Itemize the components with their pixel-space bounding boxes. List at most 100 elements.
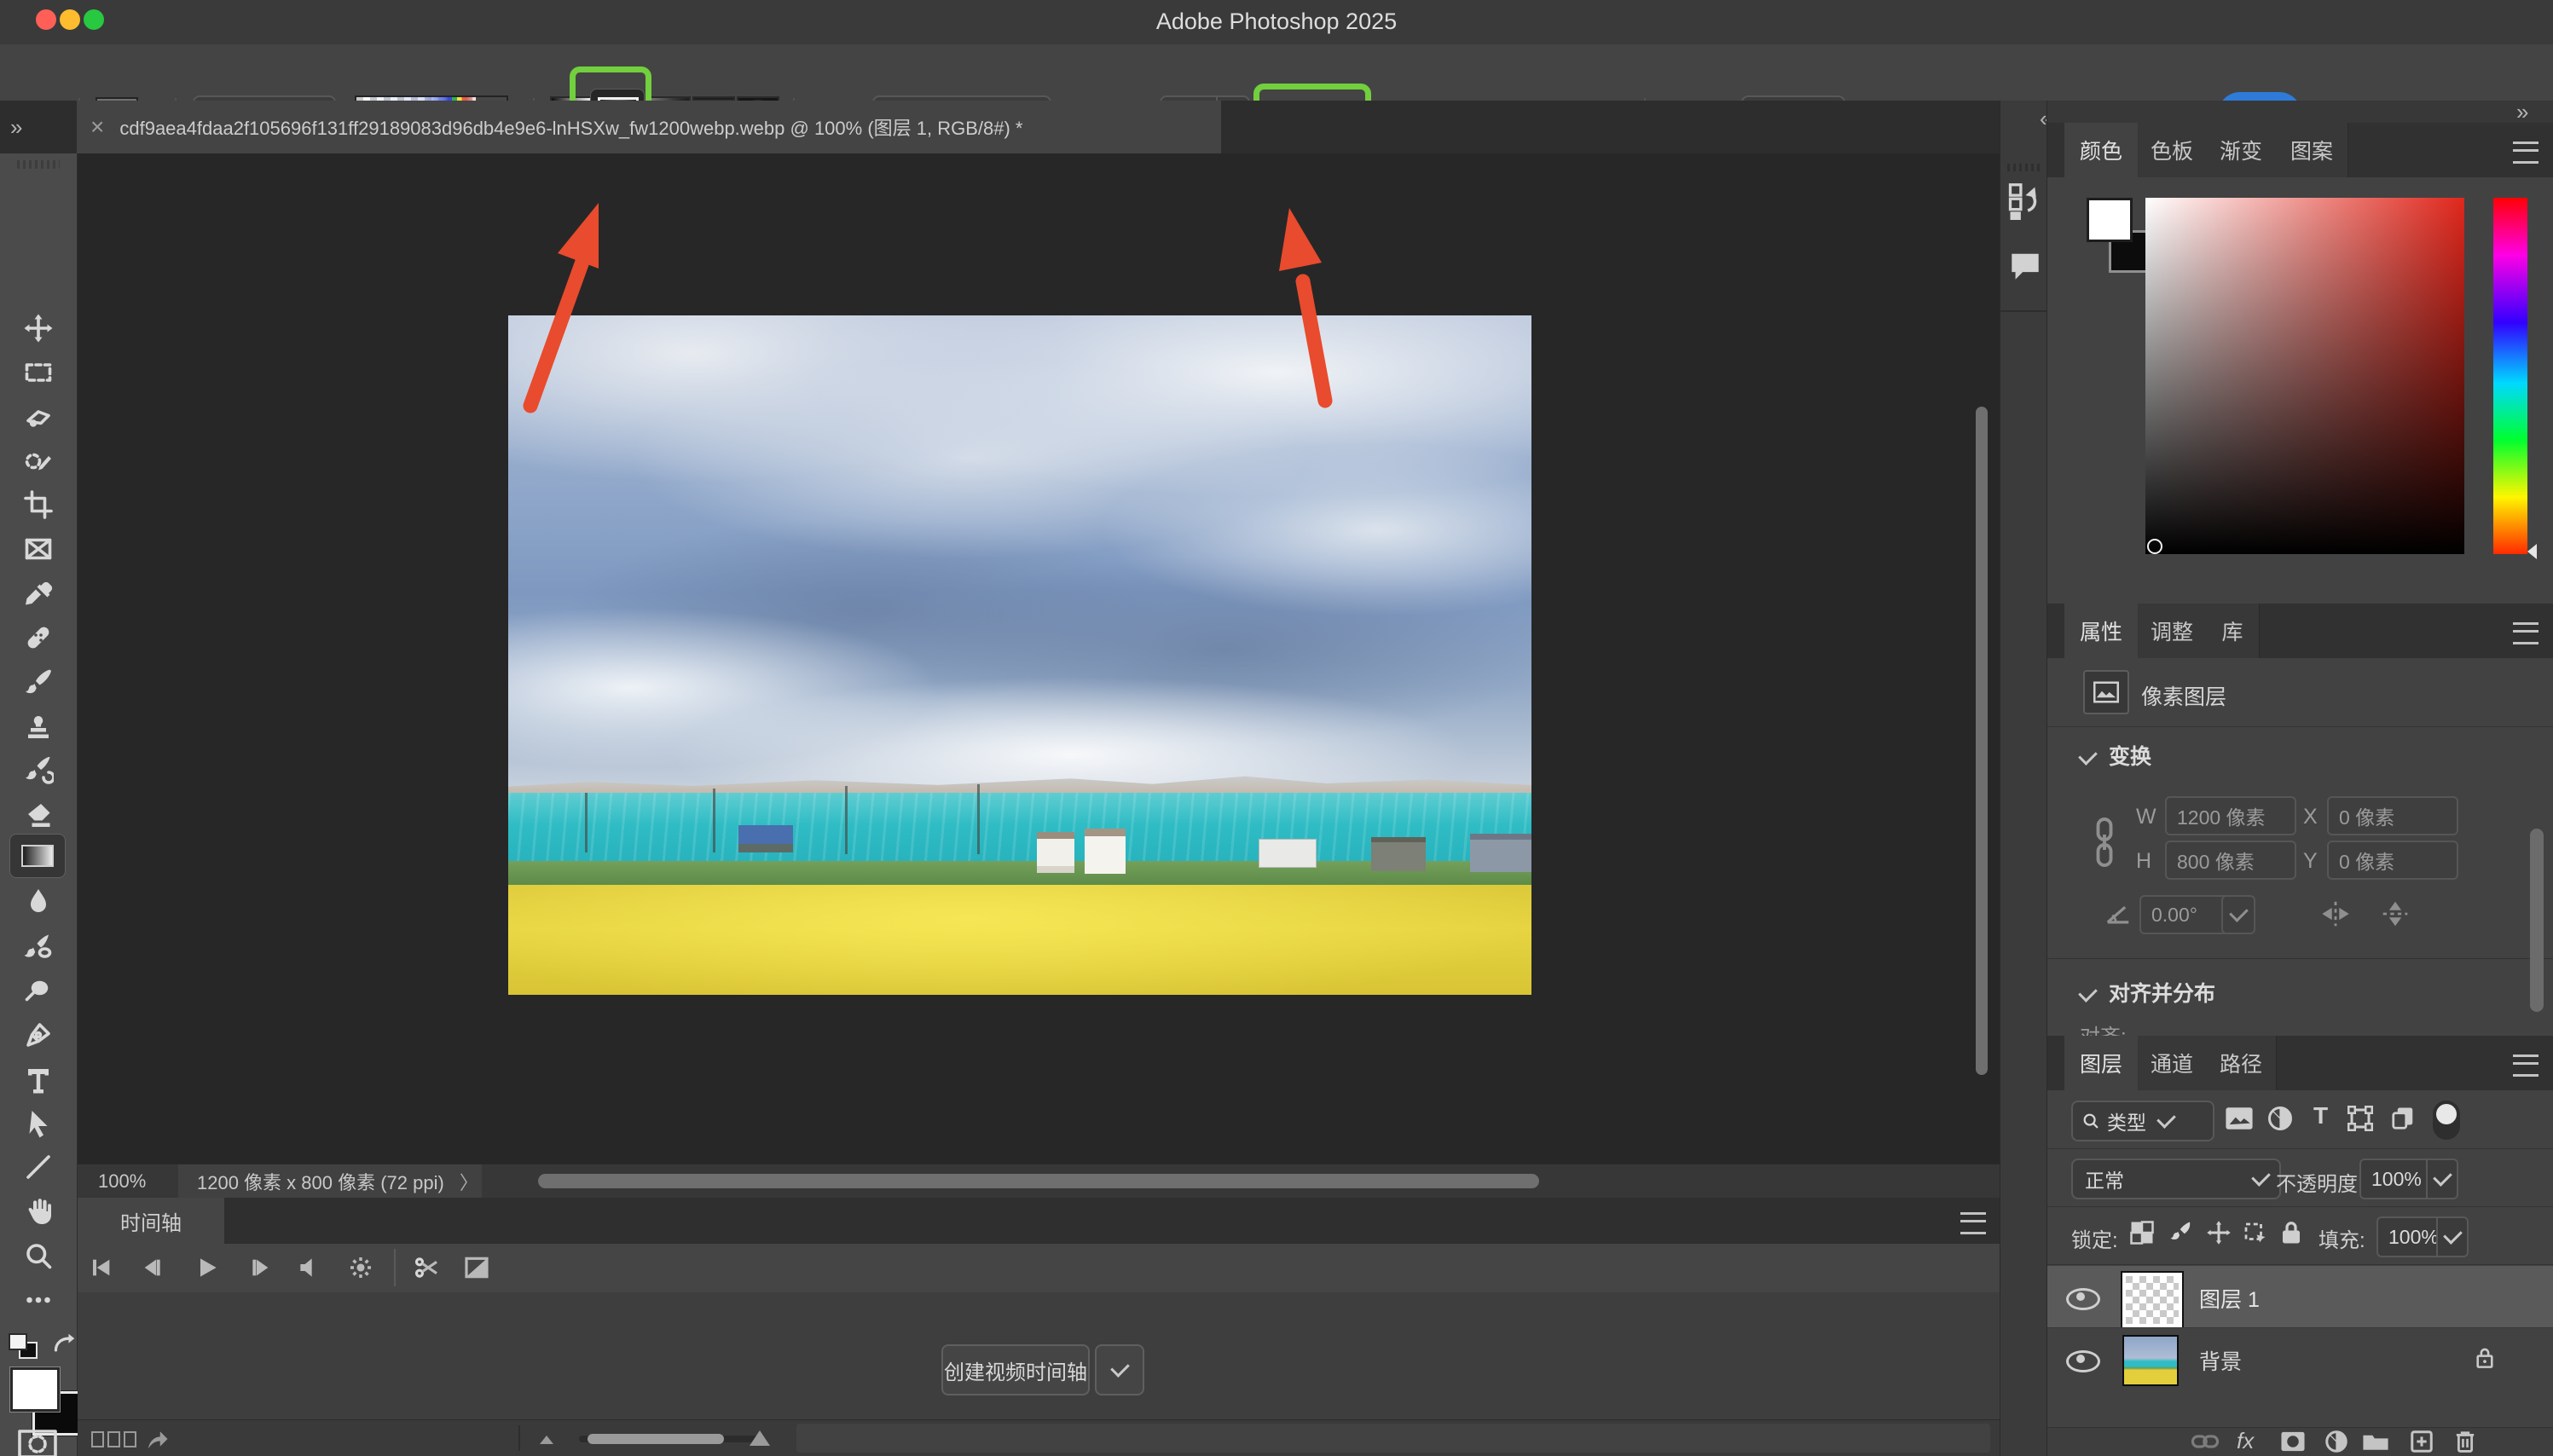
x-field[interactable]: 0 像素: [2327, 796, 2458, 835]
timeline-zoom-thumb[interactable]: [588, 1434, 724, 1444]
rectangular-marquee-tool[interactable]: [11, 351, 66, 394]
layer-filter-dropdown[interactable]: 类型: [2071, 1101, 2214, 1141]
filter-toggle-switch[interactable]: [2433, 1101, 2460, 1140]
tab-properties[interactable]: 属性: [2064, 604, 2139, 658]
layer-visibility-eye-icon[interactable]: [2066, 1350, 2100, 1372]
audio-mute-icon[interactable]: [296, 1254, 323, 1281]
layer-row-selected[interactable]: 图层 1: [2047, 1266, 2553, 1329]
dock-grip[interactable]: [2007, 164, 2041, 171]
flip-horizontal-icon[interactable]: [2319, 898, 2353, 929]
move-tool[interactable]: [11, 307, 66, 350]
layer-style-fx-icon[interactable]: fx: [2237, 1428, 2254, 1454]
toolbar-expand-icon[interactable]: »: [10, 114, 22, 141]
properties-scrollbar[interactable]: [2530, 829, 2544, 1012]
export-arrow-icon[interactable]: [144, 1427, 170, 1451]
filter-smart-object-icon[interactable]: [2390, 1106, 2416, 1131]
healing-brush-tool[interactable]: [11, 616, 66, 659]
pen-tool[interactable]: [11, 1014, 66, 1056]
transition-icon[interactable]: [463, 1254, 490, 1281]
lock-all-icon[interactable]: [2279, 1220, 2303, 1245]
tab-color[interactable]: 颜色: [2064, 123, 2139, 177]
layer-name[interactable]: 背景: [2199, 1345, 2242, 1376]
height-field[interactable]: 800 像素: [2165, 841, 2296, 880]
eraser-tool[interactable]: [11, 793, 66, 835]
blur-tool[interactable]: [11, 881, 66, 923]
hue-slider[interactable]: [2493, 198, 2527, 554]
frame-view-icon[interactable]: [91, 1431, 136, 1447]
lasso-tool[interactable]: [11, 396, 66, 438]
align-collapse-icon[interactable]: [2078, 983, 2098, 1002]
tab-swatches[interactable]: 色板: [2138, 123, 2207, 177]
tab-libraries[interactable]: 库: [2206, 604, 2260, 658]
quick-mask-icon[interactable]: [17, 1429, 58, 1456]
tab-timeline[interactable]: 时间轴: [78, 1198, 224, 1244]
panel-expand-icon[interactable]: »: [2516, 99, 2528, 125]
go-to-first-frame-icon[interactable]: [88, 1254, 115, 1281]
object-selection-tool[interactable]: [11, 440, 66, 482]
blend-mode-dropdown[interactable]: 正常: [2071, 1158, 2281, 1199]
crop-tool[interactable]: [11, 483, 66, 526]
zoom-level[interactable]: 100%: [98, 1170, 146, 1193]
toolbar-grip[interactable]: [17, 160, 60, 169]
transform-collapse-icon[interactable]: [2078, 746, 2098, 766]
horizontal-scrollbar[interactable]: [538, 1174, 1539, 1188]
version-history-icon[interactable]: [2006, 182, 2042, 220]
filter-type-icon[interactable]: T: [2313, 1102, 2328, 1130]
y-field[interactable]: 0 像素: [2327, 841, 2458, 880]
width-field[interactable]: 1200 像素: [2165, 796, 2296, 835]
color-cursor[interactable]: [2147, 539, 2162, 554]
lock-pixels-icon[interactable]: [2168, 1220, 2194, 1245]
line-tool[interactable]: [11, 1146, 66, 1188]
path-selection-tool[interactable]: [11, 1102, 66, 1145]
tab-layers[interactable]: 图层: [2064, 1036, 2139, 1090]
new-group-folder-icon[interactable]: [2361, 1430, 2390, 1453]
type-tool[interactable]: [11, 1058, 66, 1101]
add-layer-mask-icon[interactable]: [2279, 1430, 2307, 1453]
status-chevron-icon[interactable]: 〉: [460, 1168, 478, 1195]
swap-colors-icon[interactable]: [49, 1332, 78, 1357]
frame-tool[interactable]: [11, 528, 66, 570]
create-video-timeline-button[interactable]: 创建视频时间轴: [941, 1344, 1090, 1395]
background-lock-icon[interactable]: [2474, 1345, 2496, 1371]
hand-tool[interactable]: [11, 1190, 66, 1233]
zoom-out-small-icon[interactable]: [538, 1434, 555, 1446]
clone-stamp-tool[interactable]: [11, 704, 66, 747]
timeline-horizontal-scrollbar[interactable]: [796, 1424, 1990, 1453]
lock-position-icon[interactable]: [2206, 1220, 2232, 1245]
panel-foreground-swatch[interactable]: [2087, 198, 2133, 242]
canvas-area[interactable]: [78, 153, 2000, 1164]
hue-slider-marker[interactable]: [2527, 544, 2537, 559]
flip-vertical-icon[interactable]: [2378, 898, 2412, 929]
smudge-tool[interactable]: [11, 925, 66, 968]
split-clip-scissors-icon[interactable]: [412, 1254, 441, 1281]
zoom-tool[interactable]: [11, 1234, 66, 1277]
layer-thumbnail-transparent[interactable]: [2121, 1271, 2184, 1329]
edit-toolbar-icon[interactable]: [11, 1279, 66, 1321]
filter-adjustment-icon[interactable]: [2267, 1106, 2293, 1131]
lock-artboard-icon[interactable]: [2242, 1220, 2267, 1245]
brush-tool[interactable]: [11, 660, 66, 702]
angle-chevron[interactable]: [2221, 895, 2255, 934]
layer-visibility-eye-icon[interactable]: [2066, 1288, 2100, 1310]
foreground-color-swatch[interactable]: [9, 1366, 61, 1413]
zoom-in-large-icon[interactable]: [748, 1429, 772, 1447]
tab-paths[interactable]: 路径: [2206, 1036, 2277, 1090]
tab-channels[interactable]: 通道: [2138, 1036, 2207, 1090]
dodge-tool[interactable]: [11, 969, 66, 1012]
default-colors-icon[interactable]: [9, 1333, 38, 1361]
color-panel-menu-icon[interactable]: [2513, 142, 2539, 164]
tab-adjustments[interactable]: 调整: [2138, 604, 2207, 658]
tab-patterns[interactable]: 图案: [2276, 123, 2348, 177]
next-frame-icon[interactable]: [246, 1254, 274, 1281]
timeline-menu-icon[interactable]: [1960, 1212, 1986, 1234]
document-info[interactable]: 1200 像素 x 800 像素 (72 ppi) 〉: [178, 1164, 482, 1198]
link-layers-icon[interactable]: [2191, 1430, 2220, 1453]
eyedropper-tool[interactable]: [11, 572, 66, 615]
link-dimensions-icon[interactable]: [2092, 817, 2117, 868]
create-video-timeline-chevron[interactable]: [1095, 1344, 1144, 1395]
filter-frame-icon[interactable]: [2347, 1106, 2373, 1131]
layer-name[interactable]: 图层 1: [2199, 1283, 2260, 1314]
adjustment-layer-icon[interactable]: [2324, 1430, 2349, 1453]
filter-image-icon[interactable]: [2225, 1106, 2254, 1131]
properties-panel-menu-icon[interactable]: [2513, 622, 2539, 644]
